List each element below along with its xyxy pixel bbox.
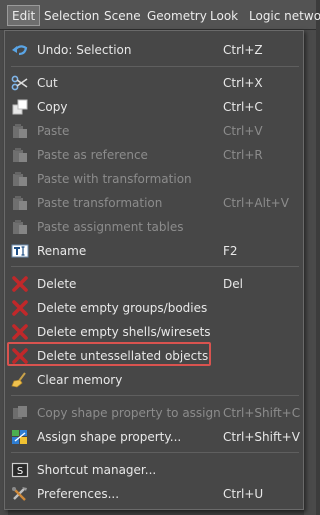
menu-item-label: Rename — [37, 244, 87, 258]
delete-x-icon — [12, 324, 28, 340]
menu-item-shortcut: Ctrl+Shift+C — [223, 406, 301, 420]
menu-item-shortcut: Ctrl+R — [223, 148, 263, 162]
menubar: Edit Selection Scene Geometry Look Logic… — [0, 0, 320, 30]
menu-item-label: Undo: Selection — [37, 43, 132, 57]
menu-item-label: Paste transformation — [37, 196, 163, 210]
menubar-scene[interactable]: Scene — [104, 6, 141, 26]
tools-icon — [12, 487, 27, 501]
menu-item-label: Copy — [37, 100, 68, 114]
menu-item-label: Delete — [37, 277, 77, 291]
menu-item-label: Clear memory — [37, 373, 123, 387]
menu-item-label: Paste with transformation — [37, 172, 192, 186]
delete-x-icon — [12, 276, 28, 292]
menu-item-cut[interactable]: Cut Ctrl+X — [5, 72, 303, 94]
menu-item-clear-memory[interactable]: Clear memory — [5, 369, 303, 391]
rename-icon — [11, 244, 29, 258]
menu-item-preferences[interactable]: Preferences... Ctrl+U — [5, 483, 303, 505]
menu-item-delete[interactable]: Delete Del — [5, 273, 303, 295]
menu-item-delete-empty-shells[interactable]: Delete empty shells/wiresets — [5, 321, 303, 343]
menu-item-paste[interactable]: Paste Ctrl+V — [5, 120, 303, 142]
background-panel-right — [304, 30, 316, 515]
menu-item-copy-shape-property[interactable]: Copy shape property to assign Ctrl+Shift… — [5, 402, 303, 424]
menu-item-label: Cut — [37, 76, 58, 90]
copy-icon — [12, 99, 28, 115]
menu-item-undo[interactable]: Undo: Selection Ctrl+Z — [5, 39, 303, 61]
menu-item-label: Preferences... — [37, 487, 120, 501]
menu-item-delete-empty-groups[interactable]: Delete empty groups/bodies — [5, 297, 303, 319]
menubar-look[interactable]: Look — [210, 6, 238, 26]
menu-item-paste-with-transformation[interactable]: Paste with transformation — [5, 168, 303, 190]
scissors-icon — [11, 75, 28, 91]
paste-icon — [13, 148, 27, 162]
menu-item-shortcut: Ctrl+X — [223, 76, 263, 90]
paste-icon — [13, 196, 27, 210]
menu-item-assign-shape-property[interactable]: Assign shape property... Ctrl+Shift+V — [5, 426, 303, 448]
menu-item-paste-as-reference[interactable]: Paste as reference Ctrl+R — [5, 144, 303, 166]
menu-item-shortcut: Ctrl+Z — [223, 43, 263, 57]
broom-icon — [11, 372, 26, 388]
menu-item-rename[interactable]: Rename F2 — [5, 240, 303, 262]
menu-item-label: Delete empty shells/wiresets — [37, 325, 211, 339]
menu-item-paste-assignment-tables[interactable]: Paste assignment tables — [5, 216, 303, 238]
menu-item-label: Paste as reference — [37, 148, 148, 162]
menu-item-shortcut: Ctrl+U — [223, 487, 264, 501]
menu-item-shortcut: Ctrl+Shift+V — [223, 430, 300, 444]
shortcut-icon: S — [11, 462, 29, 478]
shape-property-icon — [13, 406, 27, 419]
paste-icon — [13, 220, 27, 234]
menubar-logic-network[interactable]: Logic network — [249, 6, 320, 26]
menubar-edit[interactable]: Edit — [7, 5, 41, 26]
menu-item-label: Paste assignment tables — [37, 220, 184, 234]
separator — [11, 452, 299, 453]
menu-item-copy[interactable]: Copy Ctrl+C — [5, 96, 303, 118]
svg-text:S: S — [17, 466, 23, 477]
menu-item-label: Assign shape property... — [37, 430, 182, 444]
separator — [11, 66, 299, 67]
menu-item-shortcut: Del — [223, 277, 243, 291]
menu-item-label: Copy shape property to assign — [37, 406, 221, 420]
edit-menu-dropdown: Undo: Selection Ctrl+Z Cut Ctrl+X Copy C… — [4, 30, 304, 510]
menu-item-label: Shortcut manager... — [37, 463, 157, 477]
menu-item-shortcut: Ctrl+V — [223, 124, 263, 138]
menu-item-label: Delete empty groups/bodies — [37, 301, 208, 315]
separator — [11, 266, 299, 267]
undo-icon — [12, 45, 28, 56]
paste-icon — [13, 172, 27, 186]
paste-icon — [13, 124, 27, 138]
menu-item-shortcut: Ctrl+Alt+V — [223, 196, 289, 210]
menubar-selection[interactable]: Selection — [44, 6, 99, 26]
menubar-geometry[interactable]: Geometry — [147, 6, 207, 26]
menu-item-shortcut: F2 — [223, 244, 238, 258]
highlight-annotation — [7, 342, 211, 366]
menu-item-shortcut-manager[interactable]: S Shortcut manager... — [5, 459, 303, 481]
menu-item-paste-transformation[interactable]: Paste transformation Ctrl+Alt+V — [5, 192, 303, 214]
assign-shape-icon — [12, 430, 27, 444]
menu-item-label: Paste — [37, 124, 70, 138]
separator — [11, 395, 299, 396]
menu-item-shortcut: Ctrl+C — [223, 100, 263, 114]
delete-x-icon — [12, 300, 28, 316]
